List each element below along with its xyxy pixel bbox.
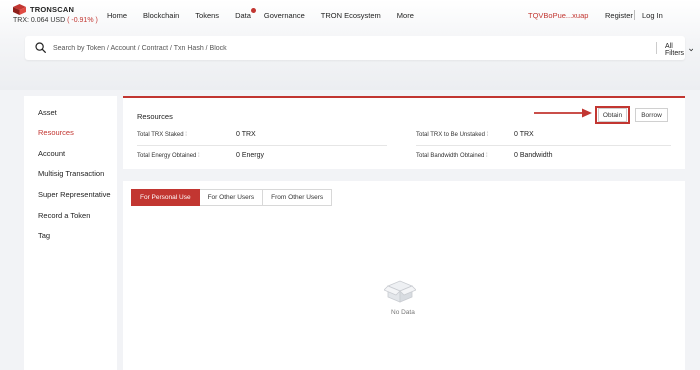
stat-divider <box>416 145 671 146</box>
nav-home[interactable]: Home <box>107 11 127 20</box>
borrow-button[interactable]: Borrow <box>635 108 668 122</box>
tab-from-other-users[interactable]: From Other Users <box>263 189 333 206</box>
sidebar-item-super-representative[interactable]: Super Representative <box>38 190 111 199</box>
sidebar-item-record-a-token[interactable]: Record a Token <box>38 211 90 220</box>
tronscan-logo-icon <box>13 4 26 15</box>
resource-list-panel: For Personal Use For Other Users From Ot… <box>123 181 685 370</box>
nav-data[interactable]: Data <box>235 8 256 20</box>
logo[interactable]: TRONSCAN <box>13 4 74 15</box>
stat-value-energy-obtained: 0 Energy <box>236 152 265 159</box>
stat-label-bandwidth-obtained: Total Bandwidth Obtained ⁞ <box>416 153 488 159</box>
stat-label-trx-staked: Total TRX Staked ⁞ <box>137 132 187 138</box>
no-data-text: No Data <box>391 309 415 316</box>
chevron-down-icon <box>688 48 693 52</box>
nav-blockchain[interactable]: Blockchain <box>143 11 179 20</box>
filter-label: All Filters <box>665 43 685 57</box>
account-address[interactable]: TQVBoPue...xuap <box>528 11 588 20</box>
search-input[interactable] <box>53 40 613 56</box>
trx-price: TRX: 0.064 USD ( -0.91% ) <box>13 17 98 24</box>
arrow-right-icon <box>534 108 592 118</box>
sidebar-item-multisig-transaction[interactable]: Multisig Transaction <box>38 169 104 178</box>
main-nav: Home Blockchain Tokens Data Governance T… <box>107 8 430 20</box>
usage-tabs: For Personal Use For Other Users From Ot… <box>131 189 333 206</box>
sidebar: Asset Resources Account Multisig Transac… <box>24 96 117 370</box>
stat-label-trx-unstaked: Total TRX to Be Unstaked ⁞ <box>416 132 489 138</box>
register-link[interactable]: Register <box>605 11 633 20</box>
tab-for-other-users[interactable]: For Other Users <box>199 189 264 206</box>
empty-box-icon <box>384 280 416 303</box>
new-badge-dot <box>250 8 256 13</box>
obtain-button[interactable]: Obtain <box>598 108 627 122</box>
sidebar-item-asset[interactable]: Asset <box>38 108 57 117</box>
login-link[interactable]: Log In <box>642 11 663 20</box>
stat-divider <box>137 145 387 146</box>
sidebar-item-tag[interactable]: Tag <box>38 231 50 240</box>
stat-value-trx-unstaked: 0 TRX <box>514 131 534 138</box>
sidebar-item-resources[interactable]: Resources <box>38 128 74 137</box>
nav-more[interactable]: More <box>397 11 414 20</box>
filter-separator <box>656 42 657 54</box>
brand-name: TRONSCAN <box>30 5 75 14</box>
tab-for-personal-use[interactable]: For Personal Use <box>131 189 200 206</box>
nav-tron-ecosystem[interactable]: TRON Ecosystem <box>321 11 381 20</box>
all-filters-dropdown[interactable]: All Filters <box>665 43 693 57</box>
nav-tokens[interactable]: Tokens <box>195 11 219 20</box>
stat-label-energy-obtained: Total Energy Obtained ⁞ <box>137 153 200 159</box>
price-label: TRX: 0.064 USD <box>13 17 66 24</box>
search-icon[interactable] <box>35 42 46 53</box>
nav-governance[interactable]: Governance <box>264 11 305 20</box>
panel-title: Resources <box>137 112 173 121</box>
stat-value-bandwidth-obtained: 0 Bandwidth <box>514 152 553 159</box>
stat-value-trx-staked: 0 TRX <box>236 131 256 138</box>
nav-data-label: Data <box>235 11 251 20</box>
search-bar: All Filters <box>25 36 693 60</box>
header-separator <box>634 10 635 20</box>
price-change: ( -0.91% ) <box>67 17 98 24</box>
resources-panel: Resources Total TRX Staked ⁞ 0 TRX Total… <box>123 96 685 169</box>
sidebar-item-account[interactable]: Account <box>38 149 65 158</box>
